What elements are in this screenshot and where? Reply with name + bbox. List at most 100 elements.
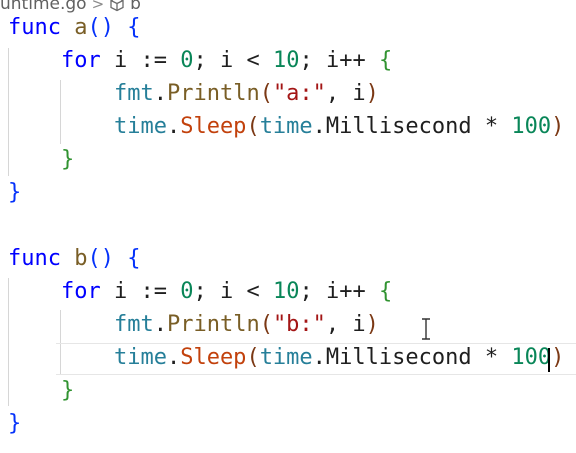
code-line[interactable]: }	[8, 144, 74, 176]
code-line[interactable]: for i := 0; i < 10; i++ {	[8, 276, 392, 308]
code-token: "b:"	[272, 312, 326, 337]
code-token: *	[484, 345, 499, 370]
code-token: ,	[325, 312, 353, 337]
code-token: time	[113, 345, 167, 370]
code-line[interactable]: fmt.Println("a:", i)	[8, 78, 379, 110]
code-token: )	[551, 345, 565, 370]
code-editor[interactable]: untime.go > b func a() { for i := 0; i <…	[0, 0, 576, 453]
code-token: for	[60, 48, 101, 73]
code-token: ;	[299, 279, 326, 304]
code-token: i	[219, 48, 247, 73]
code-token: i	[352, 81, 366, 106]
code-token: ()	[87, 246, 114, 271]
code-line[interactable]: time.Sleep(time.Millisecond * 100)	[8, 342, 564, 374]
code-token: }	[60, 378, 75, 403]
code-line[interactable]: }	[8, 177, 21, 209]
code-token: {	[378, 279, 393, 304]
code-token: .	[166, 345, 181, 370]
code-token: fmt	[113, 312, 154, 337]
code-token: *	[484, 114, 499, 139]
code-line[interactable]: for i := 0; i < 10; i++ {	[8, 45, 392, 77]
text-caret	[548, 348, 550, 372]
code-token: i	[100, 48, 141, 73]
code-token: :=	[140, 279, 167, 304]
code-token: (	[246, 114, 260, 139]
code-token: 0	[180, 48, 194, 73]
code-token: }	[8, 180, 22, 205]
code-token: Sleep	[180, 114, 247, 139]
code-line[interactable]: func b() {	[8, 243, 140, 275]
code-token: ,	[325, 81, 353, 106]
code-token: .	[166, 114, 181, 139]
code-token: a	[74, 15, 88, 40]
code-token: {	[127, 246, 141, 271]
code-token: ++	[339, 279, 366, 304]
code-token: {	[127, 15, 141, 40]
code-area[interactable]: func a() { for i := 0; i < 10; i++ { fmt…	[0, 0, 576, 453]
breadcrumb-file[interactable]: untime.go	[0, 0, 87, 14]
code-token: i	[325, 279, 340, 304]
code-token: i	[100, 279, 141, 304]
code-line[interactable]: }	[8, 375, 74, 407]
code-token: Println	[166, 312, 260, 337]
code-token: }	[8, 411, 22, 436]
code-token: for	[60, 279, 101, 304]
code-line[interactable]: fmt.Println("b:", i)	[8, 309, 379, 341]
code-token: ++	[339, 48, 366, 73]
code-token: :=	[140, 48, 167, 73]
breadcrumb-symbol[interactable]: b	[130, 0, 141, 14]
code-line[interactable]: time.Sleep(time.Millisecond * 100)	[8, 111, 564, 143]
code-token: )	[551, 114, 565, 139]
code-token: (	[246, 345, 260, 370]
code-token: .	[153, 312, 167, 337]
code-token: }	[60, 147, 75, 172]
cube-icon	[109, 0, 125, 12]
code-token: (	[259, 81, 273, 106]
code-token: b	[74, 246, 88, 271]
code-token: <	[246, 48, 260, 73]
code-token: .	[312, 345, 326, 370]
code-token: ;	[193, 48, 220, 73]
code-token: )	[365, 81, 379, 106]
breadcrumb: untime.go > b	[0, 0, 141, 14]
code-token: Millisecond	[325, 345, 485, 370]
code-line[interactable]: }	[8, 408, 21, 440]
code-token: Println	[166, 81, 260, 106]
code-token: 100	[511, 345, 552, 370]
code-token: 10	[272, 48, 300, 73]
code-token: time	[113, 114, 167, 139]
code-token: .	[312, 114, 326, 139]
code-token: i	[219, 279, 247, 304]
code-token: (	[259, 312, 273, 337]
code-token: 100	[511, 114, 552, 139]
code-token: ()	[87, 15, 114, 40]
code-token: 10	[272, 279, 300, 304]
code-token: fmt	[113, 81, 154, 106]
code-token: i	[325, 48, 340, 73]
code-line[interactable]: func a() {	[8, 12, 140, 44]
code-token: time	[259, 114, 313, 139]
code-token: Millisecond	[325, 114, 485, 139]
code-token: time	[259, 345, 313, 370]
code-token: )	[365, 312, 379, 337]
code-token: Sleep	[180, 345, 247, 370]
code-token: 0	[180, 279, 194, 304]
code-token: <	[246, 279, 260, 304]
code-token: func	[8, 15, 61, 40]
